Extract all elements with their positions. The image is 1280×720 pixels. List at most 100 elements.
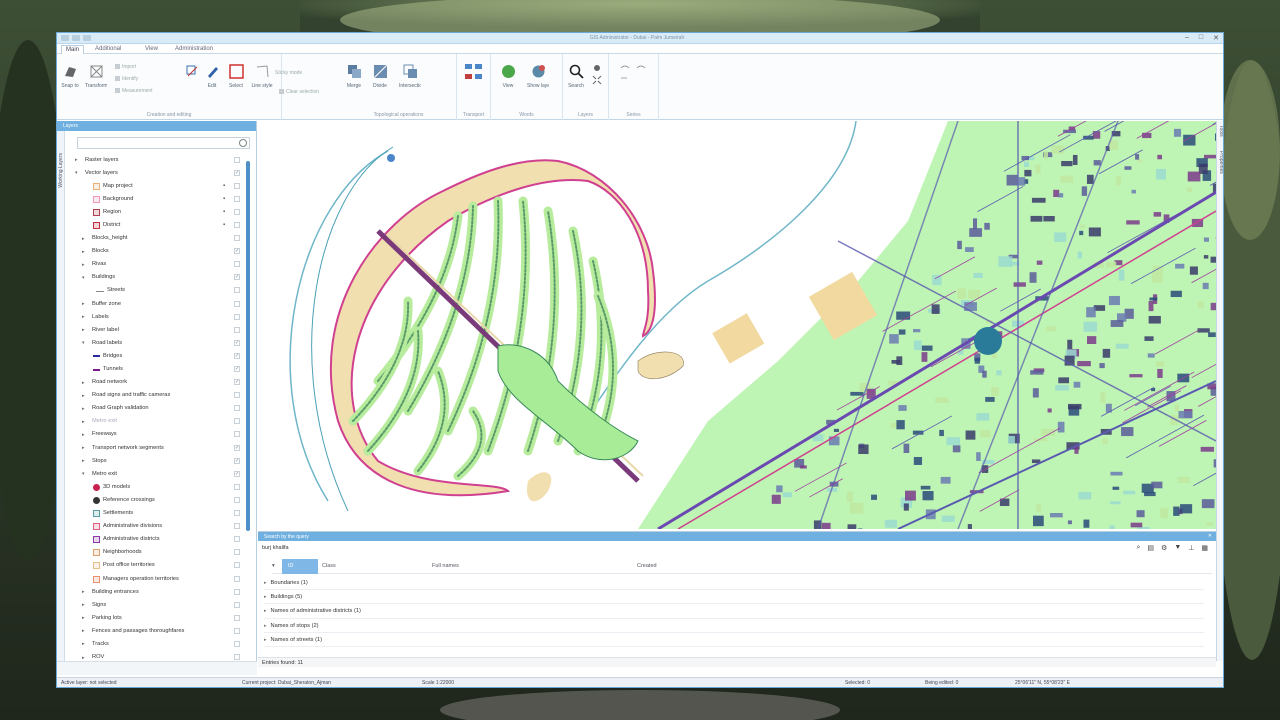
visibility-checkbox[interactable] [234,496,240,503]
sticky-mode-item[interactable]: Sticky mode [275,70,302,76]
expand-icon[interactable]: ▸ [82,236,85,242]
expand-icon[interactable]: ▸ [82,419,85,425]
undo-redo-icon[interactable] [617,62,651,84]
collapse-icon[interactable]: ▾ [82,471,85,477]
tab-administration[interactable]: Administration [171,45,217,54]
expand-icon[interactable]: ▸ [82,393,85,399]
visibility-checkbox[interactable]: ✓ [234,169,240,176]
layer-row[interactable]: ▾ Vector layers ✓ [71,167,251,180]
working-layers-tab[interactable]: Working Layers [57,131,65,661]
layer-row[interactable]: ▸ Blocks ✓ [71,246,251,259]
layer-row[interactable]: Streets [71,285,251,298]
visibility-checkbox[interactable] [234,195,240,202]
undo-icon[interactable] [72,35,80,41]
result-group-row[interactable]: ▸ Names of streets (1) [264,633,1204,647]
visibility-checkbox[interactable]: ✓ [234,366,240,372]
collapse-icon[interactable]: ▾ [82,275,85,281]
visibility-checkbox[interactable] [234,208,240,215]
visibility-checkbox[interactable] [234,418,240,425]
visibility-checkbox[interactable]: ✓ [234,379,240,386]
result-group-row[interactable]: ▸ Names of stops (2) [264,619,1204,633]
expand-icon[interactable]: ▸ [82,655,85,661]
layer-row[interactable]: ▸ Rivas [71,259,251,272]
visibility-checkbox[interactable] [234,523,240,530]
layer-row[interactable]: ▸ Signs [71,599,251,612]
layer-row[interactable]: ▸ Metro exit [71,416,251,429]
visibility-checkbox[interactable] [234,562,240,569]
clear-selection-item[interactable]: Clear selection [279,89,319,95]
layer-row[interactable]: Neighborhoods [71,547,251,560]
expand-icon[interactable]: ▸ [82,589,85,595]
maximize-button[interactable]: □ [1199,34,1203,42]
show-layer-button[interactable]: Show layer [527,58,549,94]
layer-search-input[interactable] [77,137,250,149]
visibility-checkbox[interactable] [234,614,240,621]
visibility-checkbox[interactable] [234,588,240,595]
redo-icon[interactable] [83,35,91,41]
settings-icon[interactable]: ⚙ [1161,544,1167,552]
layer-row[interactable]: ▾ Metro exit ✓ [71,468,251,481]
lock-icon[interactable]: ▪ [223,183,225,189]
layer-row[interactable]: ▸ Fences and passages thoroughfares [71,625,251,638]
visibility-checkbox[interactable] [234,221,240,228]
layer-row[interactable]: ▸ Tracks [71,638,251,651]
column-full-names[interactable]: Full names [432,563,459,569]
lock-icon[interactable]: ▪ [223,196,225,202]
save-icon[interactable] [61,35,69,41]
visibility-checkbox[interactable]: ✓ [234,339,240,346]
layer-row[interactable]: ▸ River label [71,324,251,337]
visibility-checkbox[interactable] [234,549,240,556]
properties-tab[interactable]: Properties [1218,151,1223,174]
search-button[interactable]: Search [565,58,587,94]
visibility-checkbox[interactable]: ✓ [234,248,240,255]
map-marker[interactable] [387,154,395,162]
visibility-checkbox[interactable]: ✓ [234,352,240,359]
layer-row[interactable]: ▸ Road network ✓ [71,377,251,390]
visibility-checkbox[interactable]: ✓ [234,444,240,451]
minimize-button[interactable]: – [1185,34,1189,42]
copy-button[interactable] [181,58,203,94]
settings-icon[interactable] [591,64,605,86]
layer-row[interactable]: ▸ Building entrances [71,586,251,599]
expand-icon[interactable]: ▸ [264,608,267,614]
search-icon[interactable]: ⌕ [1137,544,1141,552]
layer-row[interactable]: Map project ▪ [71,180,251,193]
visibility-checkbox[interactable]: ✓ [234,470,240,477]
pin-icon[interactable]: ⊥ [1188,544,1194,552]
layer-row[interactable]: Background ▪ [71,193,251,206]
layer-row[interactable]: ▸ Raster layers [71,154,251,167]
layer-row[interactable]: Bridges ✓ [71,350,251,363]
expand-icon[interactable]: ▸ [82,602,85,608]
column-created[interactable]: Created [637,563,657,569]
expand-icon[interactable]: ▸ [82,641,85,647]
visibility-checkbox[interactable]: ✓ [234,274,240,281]
layer-row[interactable]: ▾ Buildings ✓ [71,272,251,285]
layer-row[interactable]: ▸ Freeways [71,429,251,442]
expand-icon[interactable]: ▸ [264,580,267,586]
layer-row[interactable]: ▸ Parking lots [71,612,251,625]
close-button[interactable]: ✕ [1213,34,1219,42]
tab-additional[interactable]: Additional [91,45,125,54]
measurement-item[interactable]: Measurement [115,88,153,94]
visibility-checkbox[interactable] [234,287,240,294]
filter-icon[interactable]: ▼ [1174,544,1181,552]
expand-icon[interactable]: ▸ [264,623,267,629]
intersection-button[interactable]: Intersection [399,58,421,94]
visibility-checkbox[interactable] [234,483,240,490]
expand-all-icon[interactable]: ▾ [272,563,275,569]
visibility-checkbox[interactable] [234,235,240,242]
layer-row[interactable]: ▸ Road Graph validation [71,403,251,416]
view-button[interactable]: View [497,58,519,94]
layer-row[interactable]: ▸ Labels [71,311,251,324]
layer-row[interactable]: Managers operation territories [71,573,251,586]
visibility-checkbox[interactable] [234,392,240,399]
visibility-checkbox[interactable] [234,156,240,163]
collapse-icon[interactable]: ▾ [75,170,78,176]
column-class[interactable]: Class [322,563,336,569]
result-group-row[interactable]: ▸ Names of administrative districts (1) [264,604,1204,619]
expand-icon[interactable]: ▸ [82,301,85,307]
divide-button[interactable]: Divide [369,58,391,94]
visibility-checkbox[interactable] [234,575,240,582]
expand-icon[interactable]: ▸ [75,157,78,163]
expand-icon[interactable]: ▸ [264,594,267,600]
